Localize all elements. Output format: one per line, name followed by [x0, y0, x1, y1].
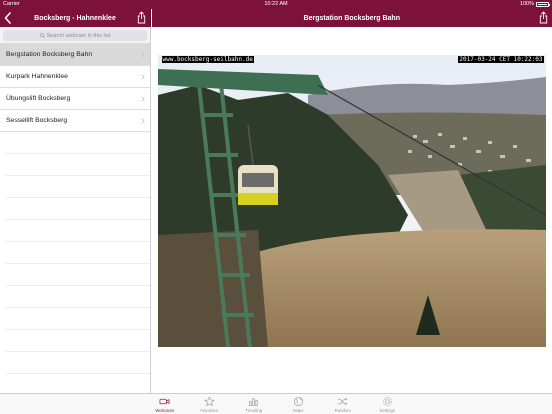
- webcam-caption: www.bocksberg-seilbahn.de: [161, 56, 254, 63]
- chevron-right-icon: [141, 74, 145, 80]
- empty-row: [6, 286, 150, 308]
- chevron-right-icon: [141, 118, 145, 124]
- tab-label: Favorites: [200, 408, 219, 413]
- list-item-label: Kurpark Hahnenklee: [6, 73, 68, 80]
- empty-row: [6, 132, 150, 154]
- webcam-scene: [157, 55, 546, 347]
- detail-navbar: Bergstation Bocksberg Bahn: [151, 9, 552, 27]
- foreground-meadow: [247, 229, 546, 347]
- bar-chart-icon: [249, 398, 259, 406]
- empty-row: [6, 176, 150, 198]
- list-item-label: Bergstation Bocksberg Bahn: [6, 51, 93, 58]
- empty-row: [6, 154, 150, 176]
- webcam-detail: www.bocksberg-seilbahn.de 2017-03-24 CET…: [151, 27, 552, 393]
- tab-settings[interactable]: Settings: [365, 394, 410, 414]
- empty-row: [6, 242, 150, 264]
- tab-random[interactable]: Random: [321, 394, 366, 414]
- shuffle-icon: [338, 397, 348, 406]
- tab-label: Trending: [245, 408, 263, 413]
- clock: 10:22 AM: [264, 1, 288, 7]
- tab-bar: Webcams Favorites Trending Maps Random S…: [0, 393, 552, 414]
- empty-row: [6, 308, 150, 330]
- empty-row: [6, 264, 150, 286]
- webcam-image[interactable]: www.bocksberg-seilbahn.de 2017-03-24 CET…: [157, 55, 546, 347]
- battery-percent: 100%: [519, 1, 534, 7]
- back-chevron-icon[interactable]: [4, 12, 12, 24]
- search-bar: Search webcam in this list: [0, 27, 150, 44]
- empty-row: [6, 330, 150, 352]
- empty-row: [6, 198, 150, 220]
- chevron-right-icon: [141, 96, 145, 102]
- tab-label: Maps: [292, 408, 304, 413]
- gear-icon: [382, 397, 392, 406]
- star-icon: [203, 396, 215, 407]
- list-item[interactable]: Übungslift Bocksberg: [0, 88, 150, 110]
- tab-favorites[interactable]: Favorites: [187, 394, 232, 414]
- chevron-right-icon: [141, 52, 145, 58]
- webcam-timestamp: 2017-03-24 CET 10:22:03: [458, 56, 544, 63]
- video-camera-icon: [159, 398, 170, 405]
- status-bar: Carrier 10:22 AM 100%: [0, 0, 552, 9]
- tab-label: Settings: [379, 408, 396, 413]
- sidebar-title: Bocksberg - Hahnenklee: [34, 14, 116, 22]
- tab-label: Webcams: [155, 408, 175, 413]
- webcam-list-panel: Search webcam in this list Bergstation B…: [0, 27, 151, 393]
- list-item-label: Sessellift Bocksberg: [6, 117, 68, 124]
- empty-row: [6, 374, 150, 393]
- sidebar-navbar: Bocksberg - Hahnenklee: [0, 9, 151, 27]
- globe-icon: [293, 396, 303, 407]
- empty-row: [6, 220, 150, 242]
- battery-status: 100%: [519, 0, 550, 9]
- tab-label: Random: [334, 408, 351, 413]
- list-item[interactable]: Sessellift Bocksberg: [0, 110, 150, 132]
- foreground-shadow: [157, 230, 268, 347]
- battery-icon: [536, 2, 550, 7]
- share-icon[interactable]: [539, 11, 548, 24]
- tab-maps[interactable]: Maps: [276, 394, 321, 414]
- share-icon[interactable]: [137, 11, 146, 24]
- tab-webcams[interactable]: Webcams: [143, 394, 188, 414]
- detail-title: Bergstation Bocksberg Bahn: [303, 14, 400, 22]
- list-item[interactable]: Kurpark Hahnenklee: [0, 66, 150, 88]
- empty-row: [6, 352, 150, 374]
- tab-trending[interactable]: Trending: [232, 394, 277, 414]
- search-input[interactable]: Search webcam in this list: [3, 30, 147, 41]
- list-item[interactable]: Bergstation Bocksberg Bahn: [0, 44, 150, 66]
- list-item-label: Übungslift Bocksberg: [6, 95, 71, 102]
- search-placeholder: Search webcam in this list: [46, 32, 111, 39]
- search-icon: [39, 33, 45, 38]
